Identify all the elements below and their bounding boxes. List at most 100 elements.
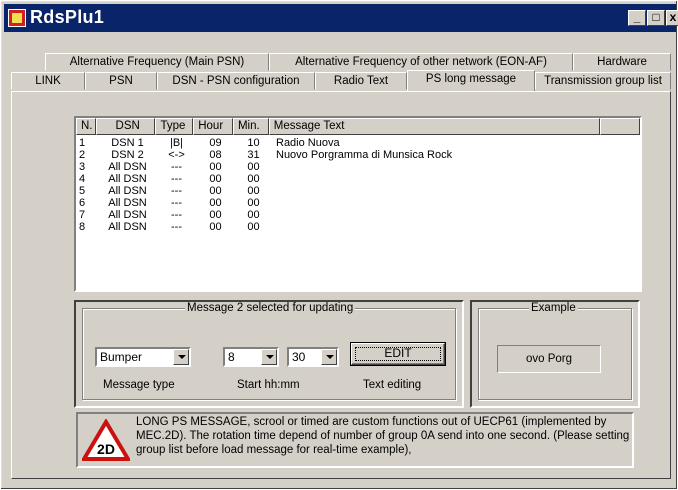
row-hour: 00: [209, 197, 222, 209]
row-min: 31: [247, 149, 260, 161]
message-list[interactable]: N. DSN Type Hour Min. Message Text 1 DSN …: [74, 116, 642, 292]
row-type: ---: [171, 185, 182, 197]
title-bar[interactable]: RdsPlu1 _ □ x: [4, 4, 678, 32]
row-min: 10: [247, 137, 260, 149]
row-dsn: All DSN: [108, 161, 147, 173]
row-hour: 00: [209, 185, 222, 197]
row-message-text: [270, 221, 640, 233]
list-row[interactable]: 8 All DSN --- 00 00: [76, 221, 640, 233]
row-message-text: [270, 173, 640, 185]
column-header-n[interactable]: N.: [76, 118, 96, 135]
tab-ps-long-message[interactable]: PS long message: [407, 70, 535, 91]
row-number: 5: [79, 185, 86, 197]
edit-button-focus-rect: [355, 347, 441, 361]
row-message-text: Radio Nuova: [276, 137, 340, 149]
list-row[interactable]: 1 DSN 1 |B| 09 10 Radio Nuova: [76, 137, 640, 149]
list-row[interactable]: 2 DSN 2 <-> 08 31 Nuovo Porgramma di Munsica …: [76, 149, 640, 161]
row-number: 6: [79, 197, 86, 209]
edit-button[interactable]: EDIT: [351, 343, 445, 365]
list-header: N. DSN Type Hour Min. Message Text: [76, 118, 640, 135]
row-dsn: All DSN: [108, 221, 147, 233]
list-row[interactable]: 3 All DSN --- 00 00: [76, 161, 640, 173]
row-number: 1: [79, 137, 86, 149]
column-header-type[interactable]: Type: [155, 118, 194, 135]
update-groupbox: Message 2 selected for updating Bumper 8…: [82, 302, 456, 400]
message-type-label: Message type: [103, 379, 175, 391]
start-time-label: Start hh:mm: [237, 379, 300, 391]
row-message-text: [270, 209, 640, 221]
message-type-value: Bumper: [100, 350, 143, 364]
row-min: 00: [247, 221, 260, 233]
example-display: ovo Porg: [497, 345, 601, 373]
row-type: |B|: [169, 137, 184, 149]
app-window: RdsPlu1 _ □ x Alternative Frequency (Mai…: [0, 0, 678, 490]
row-hour: 00: [209, 209, 222, 221]
row-min: 00: [247, 173, 260, 185]
row-hour: 00: [209, 173, 222, 185]
row-min: 00: [247, 209, 260, 221]
tab-transmission-group-list[interactable]: Transmission group list: [535, 72, 671, 90]
row-type: <->: [168, 149, 185, 161]
tab-af-main-psn[interactable]: Alternative Frequency (Main PSN): [45, 53, 269, 71]
list-row[interactable]: 5 All DSN --- 00 00: [76, 185, 640, 197]
tab-panel: N. DSN Type Hour Min. Message Text 1 DSN …: [11, 91, 671, 479]
row-message-text: Nuovo Porgramma di Munsica Rock: [276, 149, 453, 161]
row-message-text: [270, 197, 640, 209]
row-hour: 00: [209, 161, 222, 173]
list-row[interactable]: 7 All DSN --- 00 00: [76, 209, 640, 221]
close-button[interactable]: x: [666, 10, 678, 26]
maximize-button[interactable]: □: [647, 10, 665, 26]
update-group-title: Message 2 selected for updating: [185, 302, 356, 314]
message-type-select[interactable]: Bumper: [95, 347, 191, 367]
row-hour: 09: [209, 137, 222, 149]
column-header-message-text[interactable]: Message Text: [268, 118, 601, 135]
row-dsn: All DSN: [108, 185, 147, 197]
window-title: RdsPlu1: [30, 7, 105, 27]
start-hour-dropdown-arrow-icon[interactable]: [261, 349, 277, 365]
tab-af-eon[interactable]: Alternative Frequency of other network (…: [269, 53, 573, 71]
row-message-text: [270, 185, 640, 197]
row-type: ---: [171, 209, 182, 221]
column-header-dsn[interactable]: DSN: [95, 118, 156, 135]
tab-hardware[interactable]: Hardware: [573, 53, 671, 71]
row-number: 8: [79, 221, 86, 233]
row-message-text: [270, 161, 640, 173]
tab-radio-text[interactable]: Radio Text: [315, 72, 407, 90]
row-dsn: All DSN: [108, 197, 147, 209]
column-header-min[interactable]: Min.: [232, 118, 269, 135]
row-dsn: All DSN: [108, 173, 147, 185]
row-type: ---: [171, 161, 182, 173]
tab-link[interactable]: LINK: [11, 72, 85, 90]
row-dsn: All DSN: [108, 209, 147, 221]
example-groupbox: Example ovo Porg: [478, 302, 632, 400]
row-dsn: DSN 1: [111, 137, 144, 149]
row-min: 00: [247, 185, 260, 197]
row-hour: 08: [209, 149, 222, 161]
tab-dsn-psn-config[interactable]: DSN - PSN configuration: [157, 72, 315, 90]
message-type-dropdown-arrow-icon[interactable]: [173, 349, 189, 365]
minimize-button[interactable]: _: [628, 10, 646, 26]
row-dsn: DSN 2: [111, 149, 144, 161]
row-min: 00: [247, 161, 260, 173]
row-min: 00: [247, 197, 260, 209]
start-hour-value: 8: [228, 350, 235, 364]
start-minute-select[interactable]: 30: [287, 347, 339, 367]
row-type: ---: [171, 221, 182, 233]
2d-logo-icon: 2D: [82, 419, 130, 461]
list-row[interactable]: 4 All DSN --- 00 00: [76, 173, 640, 185]
row-number: 7: [79, 209, 86, 221]
row-number: 3: [79, 161, 86, 173]
start-minute-dropdown-arrow-icon[interactable]: [321, 349, 337, 365]
example-frame: Example ovo Porg: [470, 300, 640, 408]
row-number: 2: [79, 149, 86, 161]
update-frame: Message 2 selected for updating Bumper 8…: [74, 300, 464, 408]
app-icon: [8, 9, 26, 27]
row-number: 4: [79, 173, 86, 185]
column-header-filler: [600, 118, 640, 135]
start-hour-select[interactable]: 8: [223, 347, 279, 367]
list-row[interactable]: 6 All DSN --- 00 00: [76, 197, 640, 209]
example-group-title: Example: [529, 302, 578, 314]
row-hour: 00: [209, 221, 222, 233]
tab-psn[interactable]: PSN: [85, 72, 157, 90]
column-header-hour[interactable]: Hour: [193, 118, 233, 135]
